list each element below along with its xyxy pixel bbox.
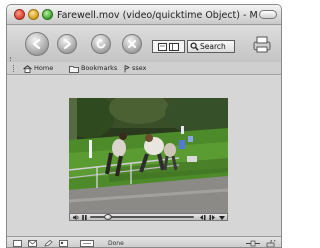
controller-menu-icon[interactable] [218, 214, 226, 221]
search-button[interactable]: Search [187, 40, 235, 53]
page-content [7, 76, 281, 236]
home-icon [23, 64, 32, 73]
page-report-icon[interactable] [80, 240, 94, 247]
video-frame[interactable] [69, 98, 228, 213]
toolbar-grip[interactable] [10, 57, 13, 61]
volume-icon[interactable] [72, 214, 80, 221]
status-bar: Done [7, 236, 281, 247]
bookmarks-folder-icon [69, 65, 79, 73]
reload-button[interactable] [91, 34, 111, 54]
navigation-toolbar: Search [7, 26, 281, 62]
composer-icon[interactable] [44, 240, 53, 247]
toolbar-toggle-button[interactable] [259, 10, 277, 19]
mail-icon[interactable] [28, 240, 37, 247]
security-lock-icon[interactable] [265, 240, 277, 247]
window-title: Farewell.mov (video/quicktime Object) - … [57, 10, 257, 21]
bookmark-link-icon [124, 64, 130, 72]
browser-window: Farewell.mov (video/quicktime Object) - … [6, 4, 282, 248]
zoom-window-button[interactable] [42, 9, 53, 20]
step-forward-icon[interactable] [208, 214, 216, 221]
movie-controller [69, 213, 228, 221]
close-window-button[interactable] [14, 9, 25, 20]
online-status-icon[interactable] [245, 240, 261, 247]
bookmark-ssex-label: ssex [132, 64, 147, 72]
bookmark-bookmarks[interactable]: Bookmarks [69, 64, 117, 73]
print-icon[interactable] [251, 34, 273, 54]
status-text: Done [108, 240, 124, 247]
stop-x-icon [128, 40, 136, 48]
back-button[interactable] [25, 32, 49, 56]
magnifier-icon [190, 42, 199, 51]
step-back-icon[interactable] [199, 214, 207, 221]
bookmarks-toolbar: Home Bookmarks ssex [7, 62, 281, 75]
frame-icon [169, 42, 179, 51]
bookmark-home[interactable]: Home [23, 64, 53, 73]
navigator-icon[interactable] [13, 240, 22, 247]
minimize-window-button[interactable] [28, 9, 39, 20]
bookmark-ssex[interactable]: ssex [124, 64, 147, 73]
bookmark-home-label: Home [34, 64, 54, 72]
sidebar-toggle-button[interactable] [152, 40, 185, 53]
reload-icon [96, 38, 106, 49]
forward-button[interactable] [57, 34, 77, 54]
address-book-icon[interactable] [59, 240, 68, 247]
back-arrow-icon [32, 38, 41, 50]
search-button-label: Search [200, 42, 226, 51]
video-still-image [69, 98, 228, 213]
bookmarks-grip[interactable] [13, 65, 16, 72]
stop-button[interactable] [122, 34, 142, 54]
playback-scrubber[interactable] [103, 214, 112, 220]
play-pause-icon[interactable] [81, 214, 88, 221]
bookmark-bookmarks-label: Bookmarks [81, 64, 118, 72]
forward-arrow-icon [64, 39, 71, 49]
page-icon [158, 42, 167, 51]
title-bar: Farewell.mov (video/quicktime Object) - … [7, 5, 281, 25]
